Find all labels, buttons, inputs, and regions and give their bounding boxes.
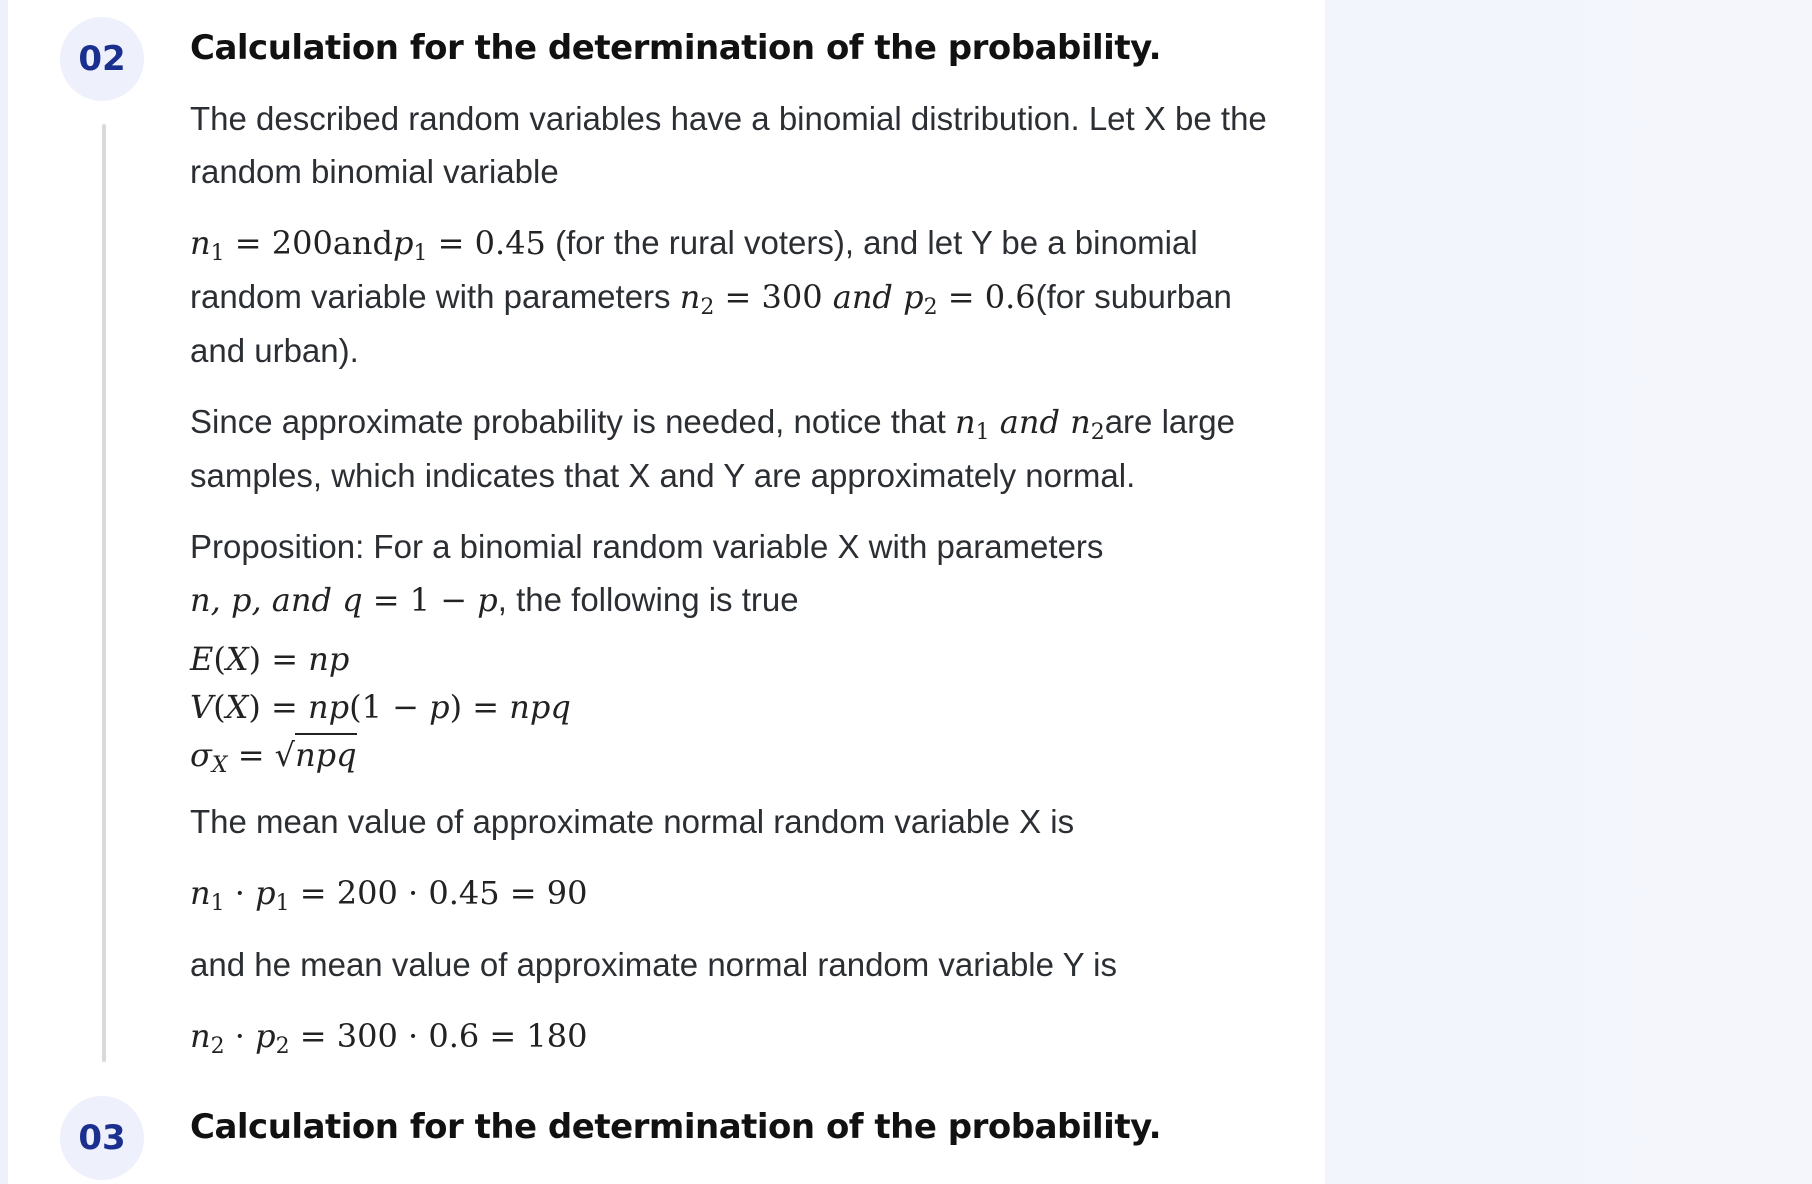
paragraph-proposition: Proposition: For a binomial random varia… [190, 520, 1280, 627]
math-mean-x: n1 · p1 = 200 · 0.45 = 90 [190, 874, 588, 916]
formula-expectation: E(X) = np [190, 640, 350, 678]
formula-std-dev: σX = √npq [190, 731, 1280, 779]
step-title: Calculation for the determination of the… [190, 28, 1162, 68]
step-number: 02 [78, 39, 126, 79]
text-proposition: Proposition: For a binomial random varia… [190, 528, 1104, 565]
step-content: The described random variables have a bi… [190, 92, 1280, 1081]
text-following: , the following is true [497, 581, 799, 618]
math-n1-n2: n1 and n2 [954, 403, 1105, 445]
math-mean-y: n2 · p2 = 300 · 0.6 = 180 [190, 1017, 588, 1059]
math-proposition-params: n, p, and q = 1 − p [190, 581, 498, 619]
step-title: Calculation for the determination of the… [190, 1107, 1162, 1147]
step-number-badge: 02 [60, 17, 144, 101]
calc-mean-y: n2 · p2 = 300 · 0.6 = 180 [190, 1009, 1280, 1063]
paragraph-parameters: n1 = 200andp1 = 0.45 (for the rural vote… [190, 216, 1280, 377]
math-x-params: n1 = 200andp1 = 0.45 [190, 224, 546, 266]
paragraph-large-samples: Since approximate probability is needed,… [190, 395, 1280, 502]
step-timeline-rail [102, 124, 106, 1062]
paragraph-intro: The described random variables have a bi… [190, 100, 1267, 190]
formula-variance: V(X) = np(1 − p) = npq [190, 688, 571, 726]
calc-mean-x: n1 · p1 = 200 · 0.45 = 90 [190, 866, 1280, 920]
step-number-badge: 03 [60, 1096, 144, 1180]
formula-block: E(X) = np V(X) = np(1 − p) = npq σX = √n… [190, 635, 1280, 779]
math-y-params: n2 = 300 and p2 = 0.6 [679, 278, 1036, 320]
step-number: 03 [78, 1118, 126, 1158]
solution-card: 02 Calculation for the determination of … [8, 0, 1325, 1184]
text-since: Since approximate probability is needed,… [190, 403, 955, 440]
paragraph-mean-y: and he mean value of approximate normal … [190, 946, 1117, 983]
paragraph-mean-x: The mean value of approximate normal ran… [190, 803, 1075, 840]
